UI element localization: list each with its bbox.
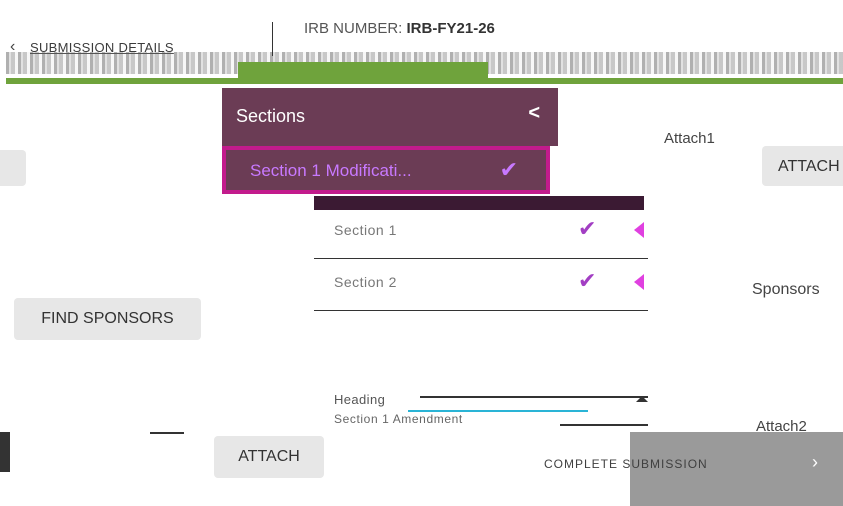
check-icon: ✔ bbox=[578, 268, 597, 293]
heading-field-label: Heading bbox=[334, 392, 386, 407]
sections-title: Sections bbox=[236, 106, 306, 126]
irb-value: IRB-FY21-26 bbox=[406, 20, 495, 37]
chevron-left-icon[interactable]: ‹ bbox=[10, 38, 15, 56]
section-list-item-1[interactable]: Section 1 ✔ bbox=[314, 206, 648, 259]
heading-field-value[interactable]: Section 1 Amendment bbox=[334, 412, 463, 426]
dropdown-caret-icon[interactable] bbox=[636, 396, 648, 402]
header-accent-bar bbox=[6, 78, 843, 84]
back-to-submission-details-link[interactable]: SUBMISSION DETAILS bbox=[30, 40, 174, 55]
section-list-item-2[interactable]: Section 2 ✔ bbox=[314, 258, 648, 311]
section-list-label: Section 1 bbox=[334, 222, 397, 238]
triangle-marker-icon bbox=[634, 222, 644, 238]
attach-button-attach1[interactable]: ATTACH bbox=[762, 146, 843, 186]
heading-field-underline bbox=[420, 396, 648, 398]
attach-button-attach2[interactable]: ATTACH bbox=[214, 436, 324, 478]
attach1-label: Attach1 bbox=[664, 130, 715, 147]
arrow-right-icon[interactable]: › bbox=[812, 452, 818, 473]
sections-active-label: Section 1 Modificati... bbox=[250, 161, 412, 180]
sponsors-label: Sponsors bbox=[752, 281, 820, 298]
sections-panel-header: Sections < bbox=[222, 88, 558, 146]
heading-field-underline-2 bbox=[560, 424, 648, 426]
left-edge-stripe bbox=[0, 432, 10, 472]
section-list-label: Section 2 bbox=[334, 274, 397, 290]
sections-active-item[interactable]: Section 1 Modificati... ✔ bbox=[222, 146, 550, 194]
complete-submission-button[interactable]: COMPLETE SUBMISSION bbox=[520, 444, 843, 484]
irb-number: IRB NUMBER: IRB-FY21-26 bbox=[304, 20, 495, 37]
left-edge-button[interactable] bbox=[0, 150, 26, 186]
triangle-marker-icon bbox=[634, 274, 644, 290]
collapse-panel-chevron-icon[interactable]: < bbox=[528, 102, 540, 125]
check-icon: ✔ bbox=[578, 216, 597, 241]
header-divider bbox=[272, 22, 273, 56]
find-sponsors-button[interactable]: FIND SPONSORS bbox=[14, 298, 201, 340]
check-icon: ✔ bbox=[499, 157, 518, 182]
irb-label: IRB NUMBER: bbox=[304, 20, 407, 37]
divider-fragment bbox=[150, 432, 184, 434]
